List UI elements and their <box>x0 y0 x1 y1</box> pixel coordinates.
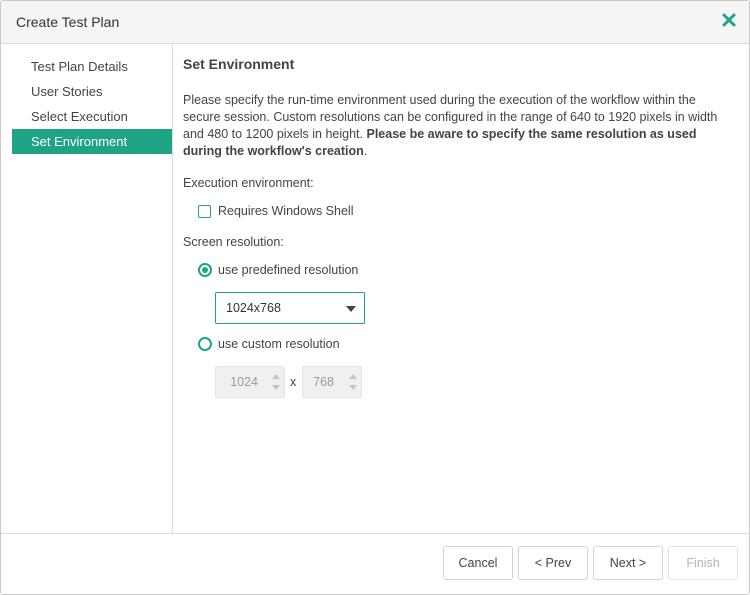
predefined-resolution-label[interactable]: use predefined resolution <box>218 263 358 277</box>
description-end: . <box>363 144 368 158</box>
next-button[interactable]: Next > <box>593 546 663 580</box>
dialog-titlebar: Create Test Plan <box>1 1 749 44</box>
close-icon[interactable] <box>719 10 739 30</box>
stepper-arrows-icon[interactable] <box>270 371 282 393</box>
predefined-resolution-option[interactable]: use predefined resolution <box>198 262 358 278</box>
nav-item-user-stories[interactable]: User Stories <box>12 79 172 104</box>
windows-shell-option[interactable]: Requires Windows Shell <box>198 203 353 219</box>
finish-button[interactable]: Finish <box>668 546 738 580</box>
custom-resolution-option[interactable]: use custom resolution <box>198 336 340 352</box>
step-heading: Set Environment <box>183 56 295 72</box>
step-description: Please specify the run-time environment … <box>183 92 723 160</box>
cancel-button[interactable]: Cancel <box>443 546 513 580</box>
nav-item-test-plan-details[interactable]: Test Plan Details <box>12 54 172 79</box>
wizard-steps-nav: Test Plan Details User Stories Select Ex… <box>1 44 173 533</box>
custom-height-stepper[interactable]: 768 <box>302 366 362 398</box>
resolution-select[interactable]: 1024x768 <box>215 292 365 324</box>
screen-resolution-label: Screen resolution: <box>183 235 284 249</box>
windows-shell-checkbox[interactable] <box>198 204 211 218</box>
stepper-arrows-icon[interactable] <box>347 371 359 393</box>
execution-environment-label: Execution environment: <box>183 176 314 190</box>
dialog-footer: Cancel < Prev Next > Finish <box>1 533 749 594</box>
custom-resolution-radio[interactable] <box>198 337 212 351</box>
resolution-separator: x <box>290 375 297 389</box>
windows-shell-label[interactable]: Requires Windows Shell <box>218 204 353 218</box>
custom-height-input[interactable]: 768 <box>303 367 336 397</box>
custom-resolution-label[interactable]: use custom resolution <box>218 337 340 351</box>
predefined-resolution-radio[interactable] <box>198 263 212 277</box>
chevron-down-icon <box>346 306 356 312</box>
custom-width-stepper[interactable]: 1024 <box>215 366 285 398</box>
resolution-select-value: 1024x768 <box>226 301 281 315</box>
nav-item-select-execution[interactable]: Select Execution <box>12 104 172 129</box>
nav-item-set-environment[interactable]: Set Environment <box>12 129 172 154</box>
prev-button[interactable]: < Prev <box>518 546 588 580</box>
dialog-title: Create Test Plan <box>16 14 120 30</box>
custom-width-input[interactable]: 1024 <box>216 367 260 397</box>
create-test-plan-dialog: Create Test Plan Test Plan Details User … <box>0 0 750 595</box>
